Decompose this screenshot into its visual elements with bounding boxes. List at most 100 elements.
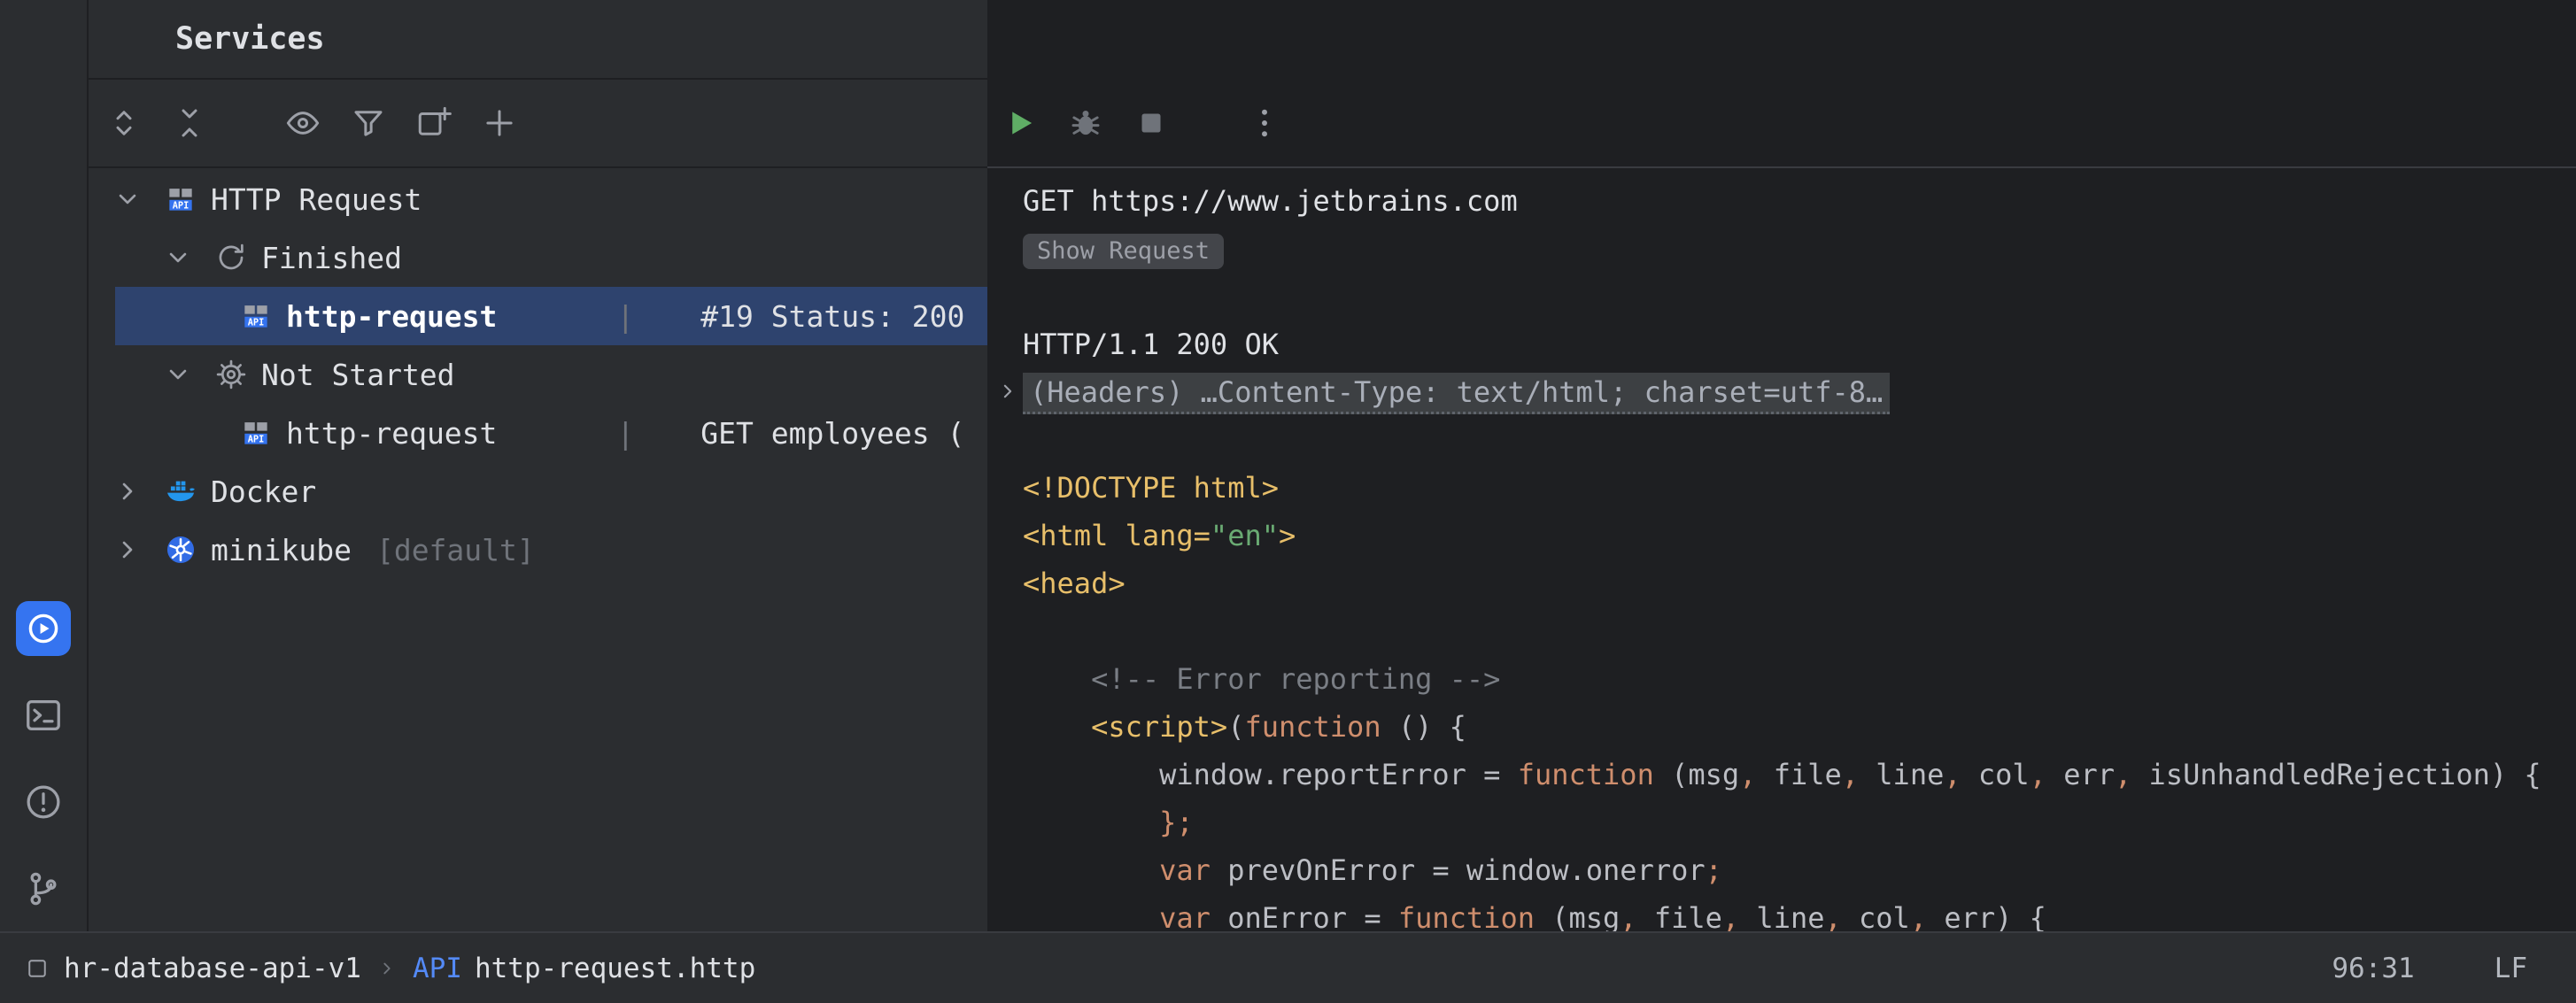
expand-all-button[interactable] bbox=[104, 104, 143, 143]
chevron-right-icon[interactable] bbox=[108, 530, 147, 569]
add-service-icon bbox=[481, 104, 518, 142]
view-options-button[interactable] bbox=[283, 104, 322, 143]
add-service-button[interactable] bbox=[480, 104, 519, 143]
console-text: HTTP/1.1 200 OK bbox=[1023, 328, 1279, 361]
project-widget[interactable]: hr-database-api-v1 bbox=[25, 953, 361, 984]
console-text: (msg bbox=[1654, 758, 1739, 791]
console-text: , bbox=[1944, 758, 1961, 791]
console-line: <!DOCTYPE html> bbox=[1023, 464, 2576, 512]
svg-text:API: API bbox=[248, 434, 265, 444]
console-text: window.reportError = bbox=[1159, 758, 1518, 791]
fold-expander-icon[interactable] bbox=[994, 378, 1021, 405]
tree-item-not-started-3[interactable]: Not Started bbox=[89, 345, 987, 404]
console-text: <html lang= bbox=[1023, 519, 1211, 552]
console-text: file bbox=[1637, 901, 1722, 931]
file-type-badge: API bbox=[413, 953, 462, 984]
console-line bbox=[1023, 416, 2576, 464]
caret-position-widget[interactable]: 96:31 bbox=[2332, 953, 2414, 984]
console-text: () { bbox=[1381, 710, 1466, 744]
console-line: <!-- Error reporting --> bbox=[1023, 655, 2576, 703]
chevron-down-icon[interactable] bbox=[159, 355, 197, 394]
stop-button[interactable] bbox=[1132, 104, 1171, 143]
view-options-icon bbox=[284, 104, 321, 142]
console-text bbox=[1023, 901, 1159, 931]
tree-item-separator: | bbox=[616, 416, 634, 451]
console-text: col bbox=[1842, 901, 1910, 931]
console-line: <head> bbox=[1023, 559, 2576, 607]
console-text: var bbox=[1159, 901, 1211, 931]
run-request-button[interactable] bbox=[1001, 104, 1040, 143]
chevron-down-icon[interactable] bbox=[108, 180, 147, 219]
tree-item-label: Docker bbox=[211, 474, 316, 509]
console-text: <!-- Error reporting --> bbox=[1091, 662, 1500, 696]
more-options-icon bbox=[1246, 104, 1283, 142]
console-line bbox=[1023, 273, 2576, 320]
tree-item-label: Finished bbox=[261, 241, 402, 275]
tool-window-title: Services bbox=[175, 21, 325, 57]
tree-item-label: minikube bbox=[211, 533, 352, 567]
collapse-all-button[interactable] bbox=[170, 104, 209, 143]
show-request-button[interactable]: Show Request bbox=[1023, 234, 1224, 269]
tool-window-header: Services bbox=[89, 0, 987, 80]
console-text: GET https://www.jetbrains.com bbox=[1023, 184, 1518, 218]
tree-item-http-request-4[interactable]: APIhttp-request|GET employees ( bbox=[89, 404, 987, 462]
services-toolbar bbox=[89, 80, 987, 168]
filter-icon bbox=[350, 104, 387, 142]
console-line: <script>(function () { bbox=[1023, 703, 2576, 751]
chevron-right-icon[interactable] bbox=[108, 472, 147, 511]
open-in-new-tab-button[interactable] bbox=[414, 104, 453, 143]
console-text: <head> bbox=[1023, 567, 1126, 600]
problems-icon bbox=[23, 782, 64, 822]
stop-icon bbox=[1133, 104, 1170, 142]
console-line: GET https://www.jetbrains.com bbox=[1023, 177, 2576, 225]
status-bar: hr-database-api-v1 API http-request.http… bbox=[0, 931, 2576, 1003]
response-console-panel: GET https://www.jetbrains.com Show Reques… bbox=[987, 0, 2576, 931]
tree-item-separator: | bbox=[616, 299, 634, 334]
console-line: (Headers) …Content-Type: text/html; char… bbox=[1023, 368, 2576, 416]
tree-item-label: Not Started bbox=[261, 358, 455, 392]
console-text: line bbox=[1739, 901, 1824, 931]
activity-services-button[interactable] bbox=[16, 601, 71, 656]
console-text: , bbox=[2030, 758, 2046, 791]
line-separator-widget[interactable]: LF bbox=[2495, 953, 2527, 984]
file-breadcrumb[interactable]: API http-request.http bbox=[413, 953, 755, 984]
tree-item-minikube-6[interactable]: minikube[default] bbox=[89, 521, 987, 579]
console-text: > bbox=[1279, 519, 1296, 552]
console-text: var bbox=[1159, 853, 1211, 887]
console-text: , bbox=[1722, 901, 1739, 931]
tree-item-http-request-2[interactable]: APIhttp-request|#19 Status: 200 bbox=[89, 287, 987, 345]
status-bar-left: hr-database-api-v1 API http-request.http bbox=[25, 953, 755, 984]
more-options-button[interactable] bbox=[1245, 104, 1284, 143]
console-line: <html lang="en"> bbox=[1023, 512, 2576, 559]
console-line: var prevOnError = window.onerror; bbox=[1023, 846, 2576, 894]
svg-text:API: API bbox=[248, 317, 265, 328]
filter-button[interactable] bbox=[349, 104, 388, 143]
folded-headers-region[interactable]: (Headers) …Content-Type: text/html; char… bbox=[1023, 373, 1890, 414]
gear-icon bbox=[213, 357, 249, 392]
console-text: col bbox=[1961, 758, 2030, 791]
activity-terminal-button[interactable] bbox=[16, 688, 71, 743]
project-name: hr-database-api-v1 bbox=[64, 953, 361, 984]
chevron-down-icon[interactable] bbox=[159, 238, 197, 277]
console-line: }; bbox=[1023, 799, 2576, 846]
api-icon: API bbox=[238, 415, 274, 451]
api-icon: API bbox=[238, 298, 274, 334]
console-text: ( bbox=[1227, 710, 1244, 744]
console-text: onError = bbox=[1211, 901, 1398, 931]
activity-problems-button[interactable] bbox=[16, 775, 71, 829]
open-in-new-tab-icon bbox=[415, 104, 453, 142]
console-text: }; bbox=[1159, 806, 1194, 839]
console-line: HTTP/1.1 200 OK bbox=[1023, 320, 2576, 368]
services-tree-panel: APIHTTP RequestFinishedAPIhttp-request|#… bbox=[89, 80, 987, 931]
run-request-icon bbox=[1002, 104, 1039, 142]
tree-item-docker-5[interactable]: Docker bbox=[89, 462, 987, 521]
activity-version-control-button[interactable] bbox=[16, 861, 71, 916]
terminal-icon bbox=[23, 695, 64, 736]
console-text: , bbox=[1824, 901, 1841, 931]
tree-item-http-request-0[interactable]: APIHTTP Request bbox=[89, 170, 987, 228]
debug-button[interactable] bbox=[1066, 104, 1105, 143]
tree-item-finished-1[interactable]: Finished bbox=[89, 228, 987, 287]
docker-icon bbox=[163, 474, 198, 509]
console-text: , bbox=[2115, 758, 2131, 791]
tree-item-label: http-request bbox=[286, 299, 497, 334]
